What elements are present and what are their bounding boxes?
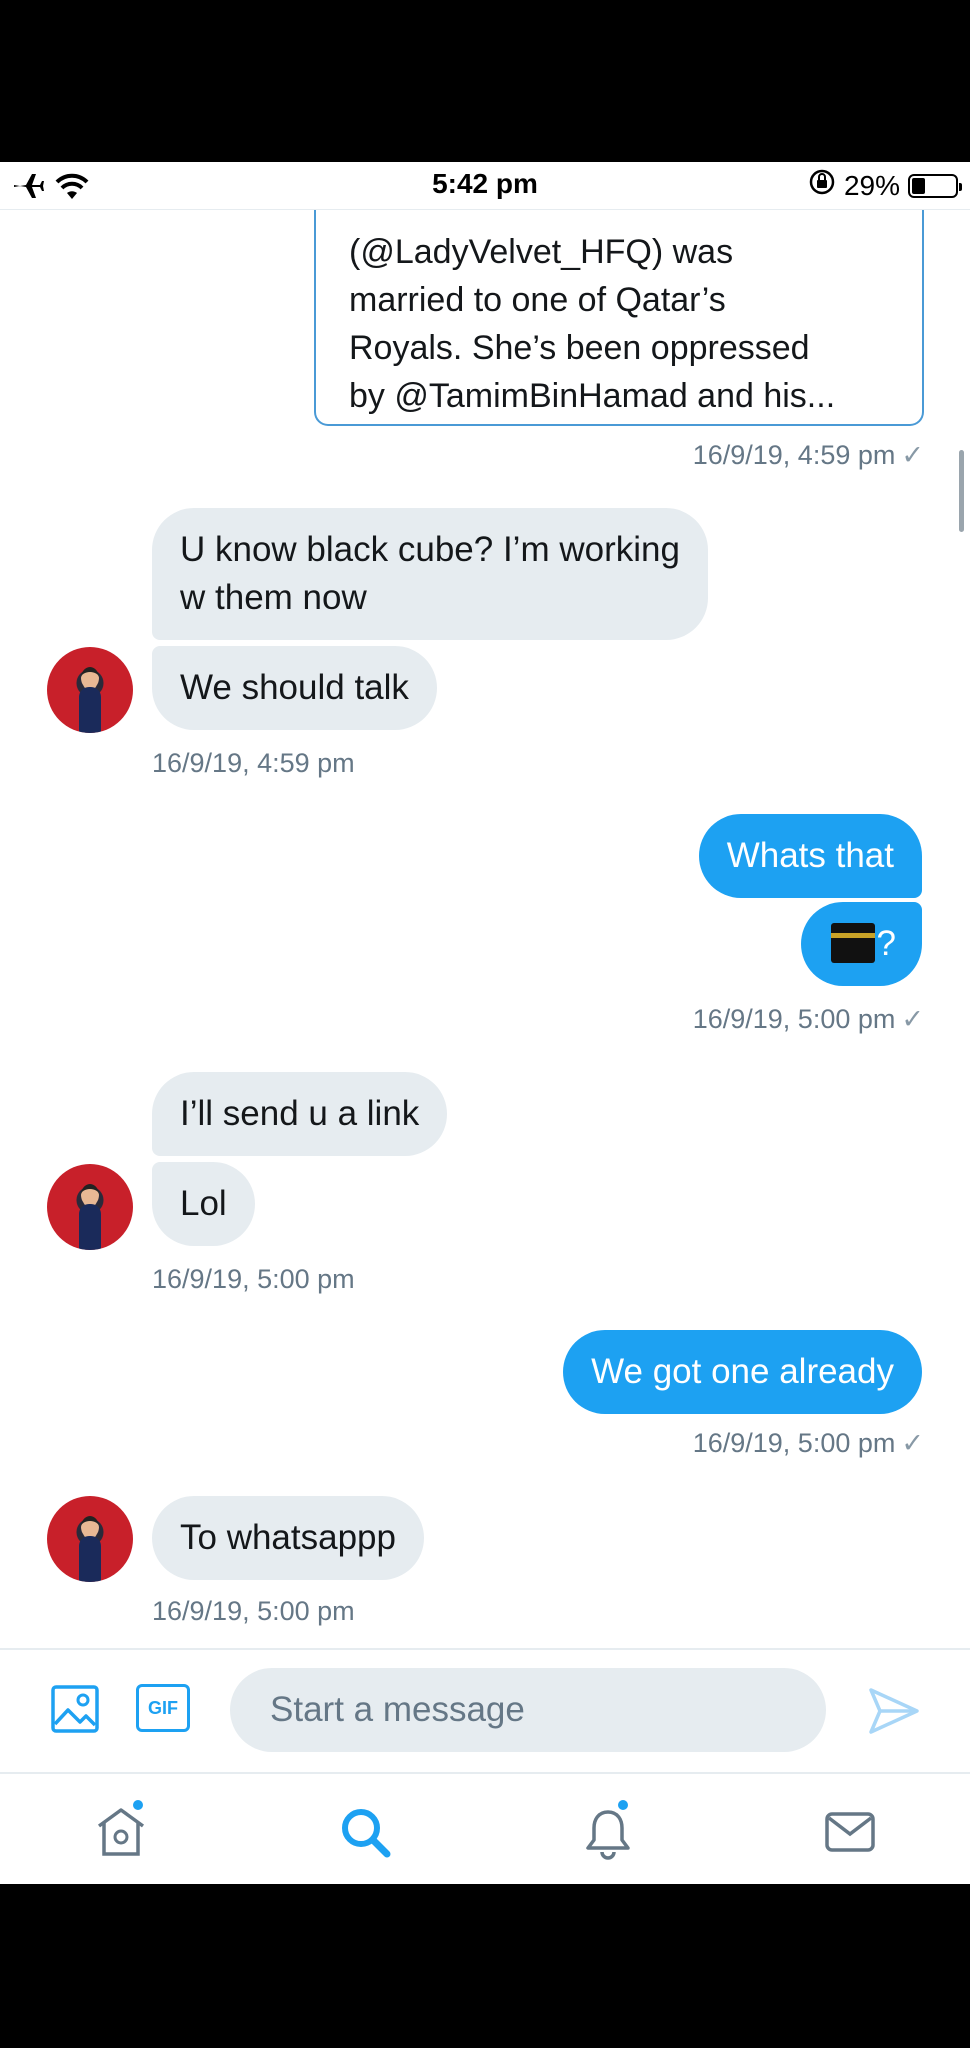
home-icon bbox=[97, 1808, 145, 1856]
message-text: Lol bbox=[180, 1184, 227, 1223]
incoming-message-bubble[interactable]: We should talk bbox=[152, 646, 437, 730]
tab-search[interactable] bbox=[337, 1804, 393, 1860]
quoted-tweet-line: married to one of Qatar’s bbox=[349, 281, 726, 319]
timestamp-text: 16/9/19, 5:00 pm bbox=[692, 1004, 896, 1034]
bottom-tab-bar bbox=[0, 1772, 970, 1884]
message-text: To whatsappp bbox=[180, 1518, 396, 1557]
incoming-message-bubble[interactable]: To whatsappp bbox=[152, 1496, 424, 1580]
outgoing-message-bubble[interactable]: ? bbox=[800, 902, 922, 986]
message-timestamp: 16/9/19, 5:00 pm ✓ bbox=[693, 1428, 924, 1459]
message-text: We got one already bbox=[591, 1352, 894, 1391]
quoted-tweet-line: (@LadyVelvet_HFQ) was bbox=[349, 233, 734, 271]
tab-notifications[interactable] bbox=[580, 1798, 636, 1860]
avatar-head bbox=[81, 667, 99, 689]
avatar-body bbox=[79, 1536, 101, 1582]
bell-icon bbox=[586, 1810, 630, 1860]
scrollbar[interactable] bbox=[959, 450, 964, 532]
timestamp-text: 16/9/19, 4:59 pm bbox=[692, 440, 896, 470]
timestamp-text: 16/9/19, 5:00 pm bbox=[692, 1428, 896, 1458]
avatar-head bbox=[81, 1516, 99, 1538]
outgoing-message-bubble[interactable]: We got one already bbox=[563, 1330, 922, 1414]
message-text: We should talk bbox=[180, 668, 409, 707]
quoted-tweet-line: Royals. She’s been oppressed bbox=[349, 329, 810, 367]
battery-fill bbox=[912, 177, 926, 194]
battery-icon bbox=[908, 173, 962, 198]
message-input[interactable] bbox=[230, 1668, 826, 1752]
message-timestamp: 16/9/19, 5:00 pm ✓ bbox=[693, 1004, 924, 1035]
envelope-icon bbox=[825, 1812, 875, 1852]
send-icon bbox=[869, 1688, 919, 1734]
avatar-body bbox=[79, 1204, 101, 1250]
orientation-lock-icon bbox=[808, 168, 836, 203]
sender-avatar[interactable] bbox=[47, 1164, 133, 1250]
quoted-tweet-card[interactable]: (@LadyVelvet_HFQ) was married to one of … bbox=[314, 210, 924, 426]
gif-button[interactable]: GIF bbox=[136, 1684, 190, 1732]
image-icon bbox=[51, 1685, 99, 1733]
sent-check-icon: ✓ bbox=[901, 1428, 924, 1458]
add-photo-button[interactable] bbox=[50, 1684, 100, 1734]
message-text: Whats that bbox=[726, 836, 894, 875]
avatar-body bbox=[79, 687, 101, 733]
avatar-head bbox=[81, 1184, 99, 1206]
quoted-tweet-line: by @TamimBinHamad and his... bbox=[349, 377, 836, 415]
bottom-letterbox bbox=[0, 1884, 970, 2048]
status-bar: 5:42 pm 29% bbox=[0, 162, 970, 210]
message-timestamp: 16/9/19, 4:59 pm bbox=[152, 748, 355, 778]
status-right: 29% bbox=[808, 168, 962, 203]
sender-avatar[interactable] bbox=[47, 1496, 133, 1582]
message-composer: GIF bbox=[0, 1648, 970, 1772]
search-icon bbox=[342, 1809, 391, 1858]
top-letterbox bbox=[0, 0, 970, 162]
kaaba-emoji-icon bbox=[830, 923, 875, 963]
sent-check-icon: ✓ bbox=[901, 1004, 924, 1034]
incoming-message-bubble[interactable]: Lol bbox=[152, 1162, 255, 1246]
message-timestamp: 16/9/19, 4:59 pm ✓ bbox=[693, 440, 924, 471]
sent-check-icon: ✓ bbox=[901, 440, 924, 470]
message-text: w them now bbox=[180, 578, 367, 617]
message-text: I’ll send u a link bbox=[180, 1094, 420, 1133]
message-list[interactable]: (@LadyVelvet_HFQ) was married to one of … bbox=[0, 210, 970, 1648]
notifications-dot bbox=[616, 1798, 630, 1812]
tab-home[interactable] bbox=[93, 1798, 149, 1860]
battery-percent: 29% bbox=[843, 169, 900, 201]
message-timestamp: 16/9/19, 5:00 pm bbox=[152, 1264, 355, 1294]
message-timestamp: 16/9/19, 5:00 pm bbox=[152, 1596, 355, 1626]
message-text: ? bbox=[876, 924, 896, 963]
message-text: U know black cube? I’m working bbox=[180, 530, 680, 569]
tab-messages[interactable] bbox=[822, 1804, 878, 1860]
home-notification-dot bbox=[131, 1798, 145, 1812]
incoming-message-bubble[interactable]: I’ll send u a link bbox=[152, 1072, 448, 1156]
dm-conversation-screen: 5:42 pm 29% (@LadyVelvet_HFQ) was marrie… bbox=[0, 162, 970, 1884]
incoming-message-bubble[interactable]: U know black cube? I’m working w them no… bbox=[152, 508, 708, 640]
outgoing-message-bubble[interactable]: Whats that bbox=[698, 814, 922, 898]
sender-avatar[interactable] bbox=[47, 647, 133, 733]
send-button[interactable] bbox=[868, 1686, 920, 1736]
